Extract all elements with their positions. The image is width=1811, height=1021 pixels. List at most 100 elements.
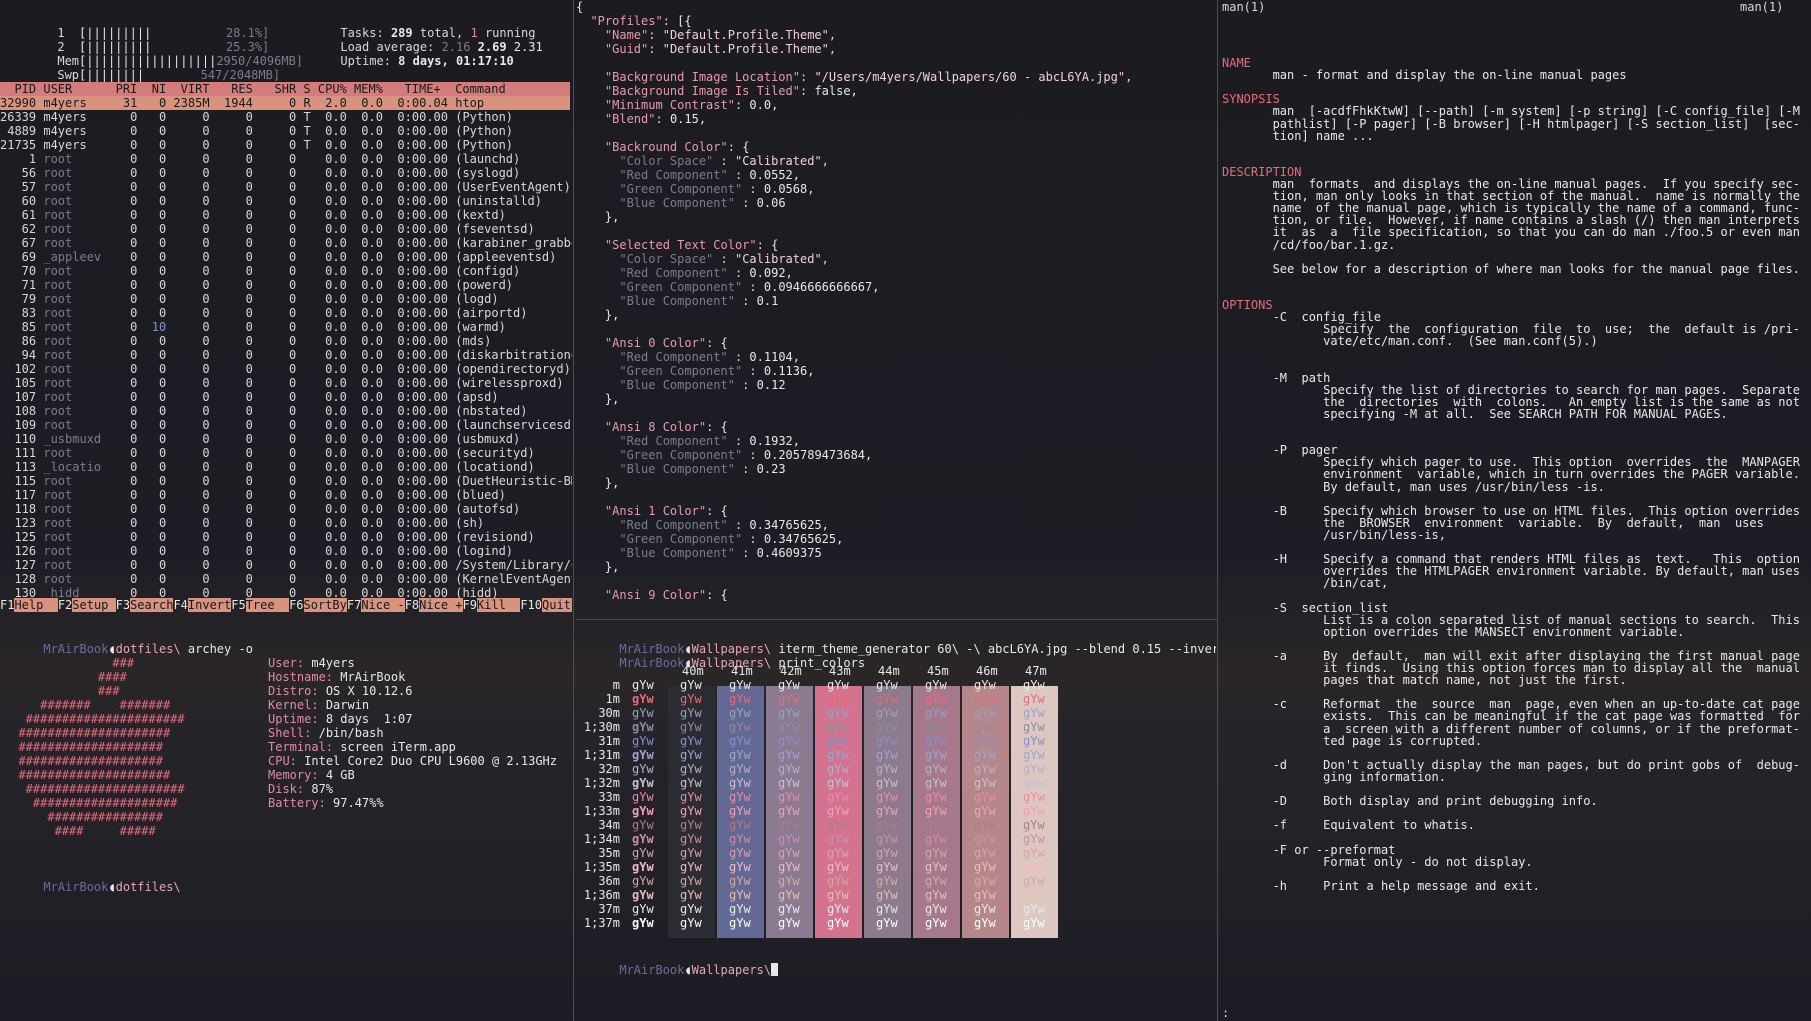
- process-row[interactable]: 111 root 0 0 0 0 0 0.0 0.0 0:00.00 (secu…: [0, 446, 570, 460]
- process-row[interactable]: 126 root 0 0 0 0 0 0.0 0.0 0:00.00 (logi…: [0, 544, 570, 558]
- htop-pane[interactable]: 1 [||||||||| 28.1%] 2 [||||||||| 25.3%] Me…: [0, 0, 572, 618]
- fkey-f7[interactable]: F7Nice -: [347, 598, 405, 612]
- fkey-f6[interactable]: F6SortBy: [289, 598, 347, 612]
- sample-cell: gYw: [827, 888, 849, 902]
- json-line: "Green Component" : 0.0568,: [619, 182, 815, 196]
- process-row[interactable]: 32990 m4yers 31 0 2385M 1944 0 R 2.0 0.0…: [0, 96, 570, 110]
- process-row[interactable]: 107 root 0 0 0 0 0 0.0 0.0 0:00.00 (apsd…: [0, 390, 570, 404]
- sample-cell: gYw: [925, 846, 947, 860]
- logo-line: ####: [4, 670, 127, 684]
- process-row[interactable]: 79 root 0 0 0 0 0 0.0 0.0 0:00.00 (logd): [0, 292, 570, 306]
- sample-cell: gYw: [778, 762, 800, 776]
- process-row[interactable]: 110 _usbmuxd 0 0 0 0 0 0.0 0.0 0:00.00 (…: [0, 432, 570, 446]
- sample-cell: gYw: [729, 776, 751, 790]
- process-row[interactable]: 86 root 0 0 0 0 0 0.0 0.0 0:00.00 (mds): [0, 334, 570, 348]
- process-row[interactable]: 62 root 0 0 0 0 0 0.0 0.0 0:00.00 (fseve…: [0, 222, 570, 236]
- process-cpu: 0.0: [317, 264, 355, 278]
- fkey-f5[interactable]: F5Tree: [231, 598, 290, 612]
- process-row[interactable]: 105 root 0 0 0 0 0 0.0 0.0 0:00.00 (wire…: [0, 376, 570, 390]
- prompt-dir: dotfiles: [115, 880, 174, 894]
- process-row[interactable]: 61 root 0 0 0 0 0 0.0 0.0 0:00.00 (kextd…: [0, 208, 570, 222]
- process-row[interactable]: 4889 m4yers 0 0 0 0 0 T 0.0 0.0 0:00.00 …: [0, 124, 570, 138]
- process-ni: 0: [144, 292, 174, 306]
- process-cpu: 0.0: [317, 180, 355, 194]
- process-row[interactable]: 102 root 0 0 0 0 0 0.0 0.0 0:00.00 (open…: [0, 362, 570, 376]
- process-row[interactable]: 113 _locatio 0 0 0 0 0 0.0 0.0 0:00.00 (…: [0, 460, 570, 474]
- man-page-pane[interactable]: man(1) man(1) NAME man - format and disp…: [1220, 0, 1811, 1021]
- colors-prompt-3[interactable]: MrAirBook◖Wallpapers\: [576, 949, 779, 991]
- sample-cell: gYw: [827, 818, 849, 832]
- process-row[interactable]: 69 _appleev 0 0 0 0 0 0.0 0.0 0:00.00 (a…: [0, 250, 570, 264]
- sample-cell: gYw: [680, 804, 702, 818]
- sample-cell: gYw: [876, 846, 898, 860]
- process-row[interactable]: 70 root 0 0 0 0 0 0.0 0.0 0:00.00 (confi…: [0, 264, 570, 278]
- color-test-pane[interactable]: MrAirBook◖Wallpapers\ iterm_theme_genera…: [576, 620, 1216, 1021]
- process-row[interactable]: 26339 m4yers 0 0 0 0 0 T 0.0 0.0 0:00.00…: [0, 110, 570, 124]
- logo-line: ######################: [4, 712, 185, 726]
- sample-default: gYw: [632, 692, 654, 706]
- load-15: 2.31: [513, 40, 543, 54]
- process-row[interactable]: 71 root 0 0 0 0 0 0.0 0.0 0:00.00 (power…: [0, 278, 570, 292]
- json-line: "Color Space" : "Calibrated",: [619, 252, 829, 266]
- sample-cell: gYw: [827, 720, 849, 734]
- process-row[interactable]: 125 root 0 0 0 0 0 0.0 0.0 0:00.00 (revi…: [0, 530, 570, 544]
- process-row[interactable]: 60 root 0 0 0 0 0 0.0 0.0 0:00.00 (unins…: [0, 194, 570, 208]
- json-key: "Ansi 9 Color": [604, 588, 707, 602]
- process-row[interactable]: 128 root 0 0 0 0 0 0.0 0.0 0:00.00 (Kern…: [0, 572, 572, 586]
- sample-cell: gYw: [729, 762, 751, 776]
- process-pid: 123: [0, 516, 44, 530]
- process-row[interactable]: 57 root 0 0 0 0 0 0.0 0.0 0:00.00 (UserE…: [0, 180, 571, 194]
- fkey-f4[interactable]: F4Invert: [173, 598, 232, 612]
- process-user: _appleev: [43, 250, 109, 264]
- process-row[interactable]: 108 root 0 0 0 0 0 0.0 0.0 0:00.00 (nbst…: [0, 404, 570, 418]
- logo-line: ###: [4, 684, 120, 698]
- process-row[interactable]: 85 root 0 10 0 0 0 0.0 0.0 0:00.00 (warm…: [0, 320, 570, 334]
- fkey-f9[interactable]: F9Kill: [463, 598, 521, 612]
- process-mem: 0.0: [354, 250, 391, 264]
- man-line: /bin/cat,: [1222, 576, 1389, 591]
- process-time: 0:00.00: [390, 446, 456, 460]
- json-punct: },: [576, 560, 620, 574]
- process-time: 0:00.00: [390, 152, 456, 166]
- archey-prompt-2[interactable]: MrAirBook◖dotfiles\: [0, 866, 180, 908]
- fkey-f3[interactable]: F3Search: [116, 598, 174, 612]
- process-pid: 107: [0, 390, 44, 404]
- fkey-f1[interactable]: F1Help: [0, 598, 58, 612]
- process-row[interactable]: 127 root 0 0 0 0 0 0.0 0.0 0:00.00 /Syst…: [0, 558, 572, 572]
- process-row[interactable]: 21735 m4yers 0 0 0 0 0 T 0.0 0.0 0:00.00…: [0, 138, 570, 152]
- process-shr: 0: [260, 96, 304, 110]
- fkey-f8[interactable]: F8Nice +: [405, 598, 463, 612]
- process-table-header[interactable]: PID USER PRI NI VIRT RES SHR S CPU% MEM%…: [0, 82, 570, 96]
- process-row[interactable]: 56 root 0 0 0 0 0 0.0 0.0 0:00.00 (syslo…: [0, 166, 570, 180]
- process-pri: 0: [108, 572, 145, 586]
- pane-divider-horizontal[interactable]: [576, 619, 1217, 620]
- process-row[interactable]: 94 root 0 0 0 0 0 0.0 0.0 0:00.00 (diska…: [0, 348, 572, 362]
- process-row[interactable]: 67 root 0 0 0 0 0 0.0 0.0 0:00.00 (karab…: [0, 236, 572, 250]
- fkey-f10[interactable]: F10Quit: [520, 598, 572, 612]
- process-row[interactable]: 118 root 0 0 0 0 0 0.0 0.0 0:00.00 (auto…: [0, 502, 570, 516]
- json-editor-pane[interactable]: { "Profiles": [{ "Name": "Default.Profil…: [576, 0, 1216, 618]
- json-value: 0.0946666666667,: [763, 280, 880, 294]
- process-row[interactable]: 1 root 0 0 0 0 0 0.0 0.0 0:00.00 (launch…: [0, 152, 570, 166]
- process-ni: 0: [144, 208, 174, 222]
- process-row[interactable]: 83 root 0 0 0 0 0 0.0 0.0 0:00.00 (airpo…: [0, 306, 570, 320]
- pane-divider-vertical-2[interactable]: [1217, 0, 1218, 1021]
- man-status-prompt[interactable]: :: [1222, 1006, 1229, 1020]
- json-key: "Green Component": [619, 532, 743, 546]
- process-res: 0: [216, 488, 261, 502]
- prompt-sep: \: [763, 656, 772, 670]
- fkey-f2[interactable]: F2Setup: [58, 598, 116, 612]
- process-cpu: 0.0: [317, 166, 355, 180]
- process-virt: 0: [173, 236, 217, 250]
- pane-divider-vertical-1[interactable]: [573, 0, 574, 1021]
- json-line: },: [576, 560, 619, 574]
- process-virt: 0: [173, 404, 217, 418]
- process-row[interactable]: 123 root 0 0 0 0 0 0.0 0.0 0:00.00 (sh): [0, 516, 570, 530]
- process-row[interactable]: 115 root 0 0 0 0 0 0.0 0.0 0:00.00 (Duet…: [0, 474, 572, 488]
- process-row[interactable]: 117 root 0 0 0 0 0 0.0 0.0 0:00.00 (blue…: [0, 488, 570, 502]
- process-row[interactable]: 109 root 0 0 0 0 0 0.0 0.0 0:00.00 (laun…: [0, 418, 572, 432]
- process-time: 0:00.00: [390, 544, 456, 558]
- row-label: 1;31m: [583, 748, 620, 762]
- process-state: T: [303, 124, 318, 138]
- archey-pane[interactable]: MrAirBook◖dotfiles\ archey -o ### #### #…: [0, 620, 572, 1021]
